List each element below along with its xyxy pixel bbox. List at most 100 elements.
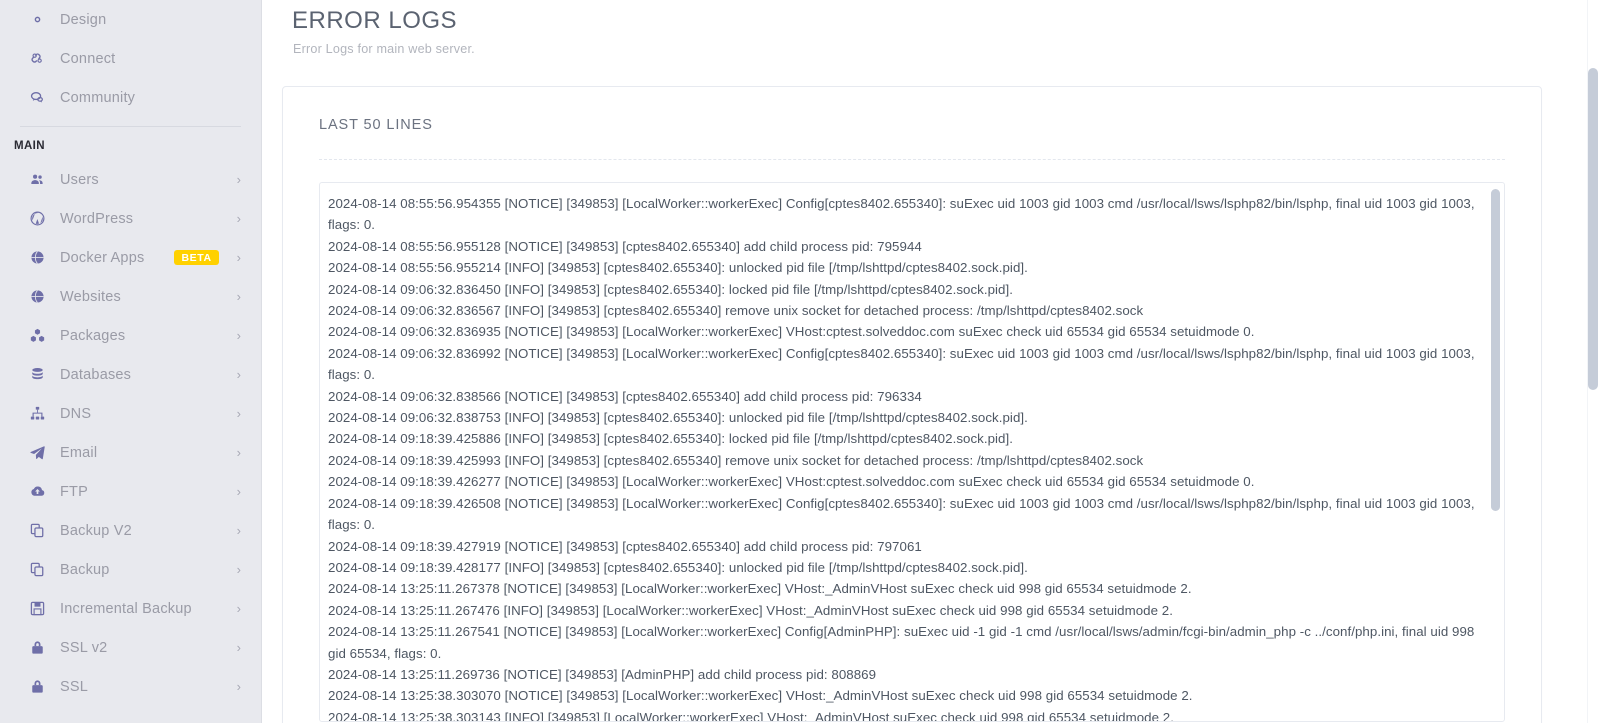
sidebar-main-group: Users › WordPress › Docker Apps BETA › Websites… [0,160,261,706]
sidebar-item-label: Websites [60,288,121,305]
sidebar-item-label: Design [60,11,107,28]
sidebar-item-label: DNS [60,405,92,422]
log-scrollbar-thumb[interactable] [1491,189,1500,511]
log-scrollbar-track[interactable] [1491,183,1502,721]
log-line: 2024-08-14 09:06:32.836992 [NOTICE] [349… [328,345,1479,383]
chevron-right-icon: › [236,601,241,616]
chevron-right-icon: › [236,523,241,538]
log-line: 2024-08-14 13:25:11.267476 [INFO] [34985… [328,602,1173,618]
users-icon [24,171,50,188]
chevron-right-icon: › [236,250,241,265]
sidebar-item-label: SSL v2 [60,639,108,656]
sidebar-item-websites[interactable]: Websites › [0,277,261,316]
sidebar-item-design[interactable]: Design [0,0,261,39]
chevron-right-icon: › [236,484,241,499]
page-subtitle: Error Logs for main web server. [293,42,475,56]
sidebar-item-users[interactable]: Users › [0,160,261,199]
sidebar-item-email[interactable]: Email › [0,433,261,472]
lock-icon [24,639,50,656]
sidebar-item-label: SSL [60,678,89,695]
sidebar-item-wordpress[interactable]: WordPress › [0,199,261,238]
log-line: 2024-08-14 09:18:39.425993 [INFO] [34985… [328,452,1144,468]
sidebar-item-label: WordPress [60,210,134,227]
chevron-right-icon: › [236,445,241,460]
sidebar: Design Connect Community MAIN Users › WordPr… [0,0,262,723]
sidebar-item-label: Docker Apps [60,249,145,266]
sidebar-item-backup[interactable]: Backup › [0,550,261,589]
chevron-right-icon: › [236,679,241,694]
sidebar-item-backup-v2[interactable]: Backup V2 › [0,511,261,550]
sidebar-item-label: Connect [60,50,116,67]
sidebar-item-label: Email [60,444,98,461]
sitemap-icon [24,405,50,422]
chevron-right-icon: › [236,172,241,187]
page-scrollbar-thumb[interactable] [1588,68,1598,390]
chevron-right-icon: › [236,367,241,382]
log-line: 2024-08-14 08:55:56.955128 [NOTICE] [349… [328,238,922,254]
log-line: 2024-08-14 09:06:32.836450 [INFO] [34985… [328,281,1013,297]
log-line: 2024-08-14 09:06:32.838566 [NOTICE] [349… [328,388,922,404]
log-viewport[interactable]: 2024-08-14 08:55:56.954355 [NOTICE] [349… [319,182,1505,722]
log-card: LAST 50 LINES 2024-08-14 08:55:56.954355… [282,86,1542,723]
page-header: ERROR LOGS Error Logs for main web serve… [282,0,1600,56]
app-root: Design Connect Community MAIN Users › WordPr… [0,0,1600,723]
log-line: 2024-08-14 09:06:32.836567 [INFO] [34985… [328,303,1144,319]
sidebar-item-ftp[interactable]: FTP › [0,472,261,511]
sidebar-item-label: Backup [60,561,110,578]
database-icon [24,366,50,383]
log-line: 2024-08-14 13:25:11.267541 [NOTICE] [349… [328,624,1479,661]
sidebar-section-title: MAIN [14,140,45,152]
log-line: 2024-08-14 13:25:11.267378 [NOTICE] [349… [328,581,1192,597]
lock-icon [24,678,50,695]
chat-icon [24,89,50,106]
globe-icon [24,288,50,305]
sidebar-item-label: Community [60,89,136,106]
sidebar-item-ssl[interactable]: SSL › [0,667,261,706]
log-line: 2024-08-14 08:55:56.954355 [NOTICE] [349… [328,196,1479,233]
log-line: 2024-08-14 09:18:39.427919 [NOTICE] [349… [328,538,922,554]
globe-icon [24,249,50,266]
sidebar-item-label: Databases [60,366,132,383]
gear-icon [24,11,50,28]
sidebar-item-label: Packages [60,327,126,344]
sidebar-item-databases[interactable]: Databases › [0,355,261,394]
log-line: 2024-08-14 09:18:39.428177 [INFO] [34985… [328,559,1028,575]
wordpress-icon [24,210,50,227]
log-line: 2024-08-14 08:55:56.955214 [INFO] [34985… [328,260,1028,276]
sidebar-item-packages[interactable]: Packages › [0,316,261,355]
sidebar-item-dns[interactable]: DNS › [0,394,261,433]
log-line: 2024-08-14 13:25:38.303143 [INFO] [34985… [328,709,1174,722]
chevron-right-icon: › [236,640,241,655]
sidebar-top-group: Design Connect Community [0,0,261,117]
chevron-right-icon: › [236,562,241,577]
main-content: ERROR LOGS Error Logs for main web serve… [262,0,1600,723]
sidebar-item-incremental-backup[interactable]: Incremental Backup › [0,589,261,628]
link-icon [24,50,50,67]
card-title: LAST 50 LINES [319,117,433,133]
log-line: 2024-08-14 09:06:32.838753 [INFO] [34985… [328,410,1028,426]
beta-badge: BETA [174,249,219,266]
log-line: 2024-08-14 09:18:39.426508 [NOTICE] [349… [328,495,1479,533]
log-line: 2024-08-14 09:18:39.425886 [INFO] [34985… [328,431,1013,447]
sidebar-item-ssl-v2[interactable]: SSL v2 › [0,628,261,667]
sidebar-item-label: Users [60,171,99,188]
save-icon [24,600,50,617]
packages-icon [24,327,50,344]
copy-icon [24,522,50,539]
sidebar-item-docker-apps[interactable]: Docker Apps BETA › [0,238,261,277]
log-line: 2024-08-14 09:18:39.426277 [NOTICE] [349… [328,474,1255,490]
log-lines-container: 2024-08-14 08:55:56.954355 [NOTICE] [349… [320,183,1504,722]
sidebar-item-community[interactable]: Community [0,78,261,117]
sidebar-item-connect[interactable]: Connect [0,39,261,78]
cloud-upload-icon [24,483,50,500]
sidebar-item-label: Backup V2 [60,522,132,539]
page-scrollbar-track[interactable] [1587,0,1600,723]
card-divider [319,159,1505,160]
chevron-right-icon: › [236,328,241,343]
chevron-right-icon: › [236,406,241,421]
paper-plane-icon [24,444,50,461]
log-line: 2024-08-14 09:06:32.836935 [NOTICE] [349… [328,324,1255,340]
chevron-right-icon: › [236,211,241,226]
sidebar-item-label: Incremental Backup [60,600,192,617]
page-title: ERROR LOGS [292,7,458,34]
